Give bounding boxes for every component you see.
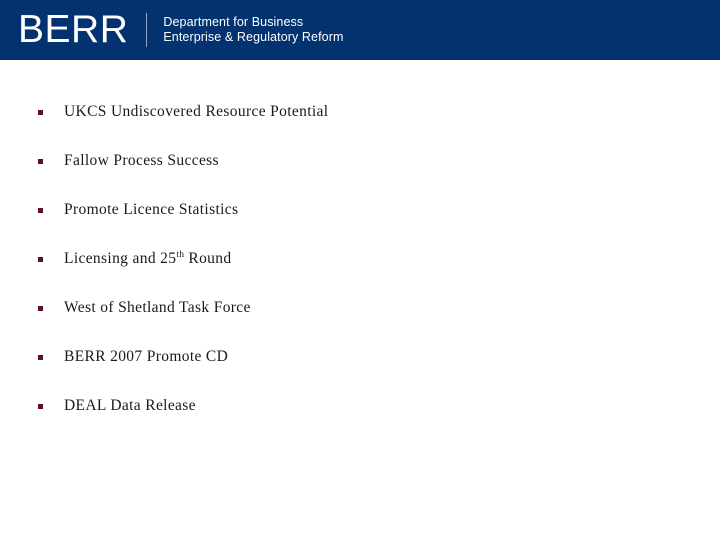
list-item-label-tail: Round: [184, 250, 232, 267]
list-item: DEAL Data Release: [38, 397, 678, 446]
department-line-2: Enterprise & Regulatory Reform: [163, 30, 344, 44]
list-item: Promote Licence Statistics: [38, 201, 678, 250]
list-item: BERR 2007 Promote CD: [38, 348, 678, 397]
bullet-marker-icon: [38, 110, 43, 115]
bullet-marker-icon: [38, 404, 43, 409]
bullet-marker-icon: [38, 355, 43, 360]
list-item-label: UKCS Undiscovered Resource Potential: [64, 103, 329, 120]
department-line-1: Department for Business: [163, 15, 304, 29]
bullet-marker-icon: [38, 306, 43, 311]
list-item-label-superscript: th: [176, 249, 185, 260]
list-item-label: BERR 2007 Promote CD: [64, 348, 229, 365]
list-item-label-main: Licensing and 25: [64, 250, 177, 267]
list-item-label: DEAL Data Release: [64, 397, 196, 414]
slide: BERR Department for Business Enterprise …: [0, 0, 720, 540]
list-item-label: Licensing and 25th Round: [64, 250, 231, 268]
list-item-label: Fallow Process Success: [64, 152, 219, 169]
bullet-marker-icon: [38, 257, 43, 262]
header-banner: BERR Department for Business Enterprise …: [0, 0, 720, 60]
bullet-marker-icon: [38, 208, 43, 213]
brand-divider: [146, 13, 148, 47]
list-item-label: West of Shetland Task Force: [64, 299, 251, 316]
list-item: West of Shetland Task Force: [38, 299, 678, 348]
department-name: Department for Business Enterprise & Reg…: [163, 15, 343, 45]
list-item: Licensing and 25th Round: [38, 250, 678, 299]
list-item: Fallow Process Success: [38, 152, 678, 201]
slide-body: UKCS Undiscovered Resource Potential Fal…: [0, 60, 720, 540]
bullet-list: UKCS Undiscovered Resource Potential Fal…: [38, 103, 678, 446]
list-item: UKCS Undiscovered Resource Potential: [38, 103, 678, 152]
brand-wordmark: BERR: [18, 7, 129, 51]
list-item-label: Promote Licence Statistics: [64, 201, 239, 218]
bullet-marker-icon: [38, 159, 43, 164]
brand-logo: BERR Department for Business Enterprise …: [18, 0, 344, 60]
